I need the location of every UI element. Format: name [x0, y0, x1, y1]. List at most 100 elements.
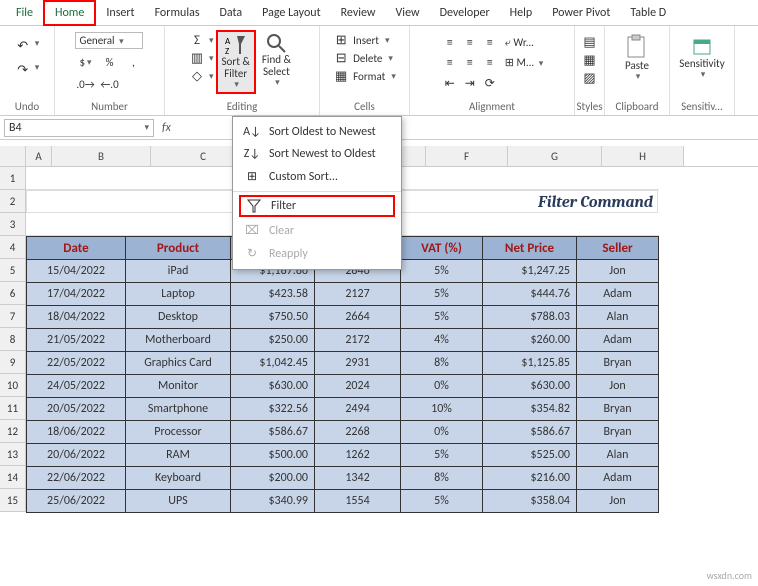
tab-developer[interactable]: Developer — [430, 2, 500, 24]
col-header-B[interactable]: B — [52, 146, 151, 166]
row-header-4[interactable]: 4 — [0, 236, 26, 259]
cell[interactable]: 18/06/2022 — [27, 421, 126, 444]
row-header-12[interactable]: 12 — [0, 420, 26, 443]
row-header-13[interactable]: 13 — [0, 443, 26, 466]
percent-button[interactable]: % — [99, 53, 121, 71]
tab-insert[interactable]: Insert — [96, 2, 144, 24]
cell[interactable]: Graphics Card — [126, 352, 231, 375]
cell[interactable]: Smartphone — [126, 398, 231, 421]
tab-table-d[interactable]: Table D — [620, 2, 676, 24]
indent-increase-button[interactable]: ⇥ — [461, 74, 479, 92]
cell[interactable]: 25/06/2022 — [27, 490, 126, 513]
cell[interactable]: $250.00 — [231, 329, 315, 352]
row-header-3[interactable]: 3 — [0, 213, 26, 236]
cell[interactable]: Alan — [577, 306, 659, 329]
cell[interactable]: 0% — [401, 421, 483, 444]
tab-power-pivot[interactable]: Power Pivot — [542, 2, 620, 24]
cell[interactable]: $630.00 — [231, 375, 315, 398]
tab-review[interactable]: Review — [331, 2, 386, 24]
cell[interactable]: 17/04/2022 — [27, 283, 126, 306]
cell[interactable]: 20/06/2022 — [27, 444, 126, 467]
cell[interactable]: $1,247.25 — [483, 260, 577, 283]
cell[interactable]: Bryan — [577, 352, 659, 375]
cell[interactable]: 8% — [401, 467, 483, 490]
cell[interactable]: Bryan — [577, 398, 659, 421]
col-header-F[interactable]: F — [426, 146, 508, 166]
cell[interactable]: 18/04/2022 — [27, 306, 126, 329]
cell[interactable]: $358.04 — [483, 490, 577, 513]
cell[interactable]: $750.50 — [231, 306, 315, 329]
cell[interactable]: 5% — [401, 260, 483, 283]
fill-icon[interactable]: ▥ — [189, 50, 205, 66]
cell[interactable]: $340.99 — [231, 490, 315, 513]
align-top-button[interactable]: ≡ — [441, 34, 459, 52]
cell[interactable]: 21/05/2022 — [27, 329, 126, 352]
col-header-G[interactable]: G — [508, 146, 602, 166]
cell[interactable]: $216.00 — [483, 467, 577, 490]
name-box[interactable]: B4▾ — [4, 119, 154, 137]
cell[interactable]: Adam — [577, 329, 659, 352]
row-header-5[interactable]: 5 — [0, 259, 26, 282]
cell[interactable]: 15/04/2022 — [27, 260, 126, 283]
comma-button[interactable]: , — [123, 53, 145, 71]
header-vat-[interactable]: VAT (%) — [401, 237, 483, 260]
orientation-button[interactable]: ⟳ — [481, 74, 499, 92]
cell[interactable]: 24/05/2022 — [27, 375, 126, 398]
align-left-button[interactable]: ≡ — [441, 54, 459, 72]
cell[interactable]: Jon — [577, 490, 659, 513]
col-header-A[interactable]: A — [26, 146, 52, 166]
undo-icon[interactable]: ↶ — [15, 38, 31, 54]
cell[interactable]: 1554 — [315, 490, 401, 513]
header-seller[interactable]: Seller — [577, 237, 659, 260]
insert-button[interactable]: ⊞Insert▾ — [333, 32, 396, 48]
cell[interactable]: Alan — [577, 444, 659, 467]
align-bottom-button[interactable]: ≡ — [481, 34, 499, 52]
menu-sort-newest[interactable]: Z↓Sort Newest to Oldest — [233, 143, 401, 165]
header-date[interactable]: Date — [27, 237, 126, 260]
cell[interactable]: 2127 — [315, 283, 401, 306]
cell[interactable]: 1342 — [315, 467, 401, 490]
cell[interactable]: 2024 — [315, 375, 401, 398]
tab-data[interactable]: Data — [210, 2, 253, 24]
clear-icon[interactable]: ◇ — [189, 68, 205, 84]
align-middle-button[interactable]: ≡ — [461, 34, 479, 52]
header-net-price[interactable]: Net Price — [483, 237, 577, 260]
cell[interactable]: 5% — [401, 306, 483, 329]
cell[interactable]: $200.00 — [231, 467, 315, 490]
cell[interactable]: Jon — [577, 375, 659, 398]
cell[interactable]: $500.00 — [231, 444, 315, 467]
indent-decrease-button[interactable]: ⇤ — [441, 74, 459, 92]
menu-filter[interactable]: Filter — [239, 195, 395, 217]
cell[interactable]: Jon — [577, 260, 659, 283]
cell[interactable]: 2494 — [315, 398, 401, 421]
wrap-text-button[interactable]: ⤶ Wr... — [505, 36, 543, 50]
paste-button[interactable]: Paste▾ — [621, 32, 653, 84]
cell[interactable]: 2172 — [315, 329, 401, 352]
tab-home[interactable]: Home — [43, 0, 96, 26]
header-product[interactable]: Product — [126, 237, 231, 260]
cell[interactable]: $260.00 — [483, 329, 577, 352]
cell[interactable]: 20/05/2022 — [27, 398, 126, 421]
cell[interactable]: $444.76 — [483, 283, 577, 306]
cell[interactable]: $354.82 — [483, 398, 577, 421]
row-header-14[interactable]: 14 — [0, 466, 26, 489]
row-header-7[interactable]: 7 — [0, 305, 26, 328]
cell[interactable]: 1262 — [315, 444, 401, 467]
cell[interactable]: Adam — [577, 467, 659, 490]
row-header-8[interactable]: 8 — [0, 328, 26, 351]
cell[interactable]: $788.03 — [483, 306, 577, 329]
tab-page-layout[interactable]: Page Layout — [252, 2, 330, 24]
cell[interactable]: 5% — [401, 283, 483, 306]
cell[interactable]: 4% — [401, 329, 483, 352]
select-all-corner[interactable] — [0, 146, 26, 166]
sort-filter-button[interactable]: AZ Sort & Filter▾ — [216, 30, 256, 94]
decrease-decimal-button[interactable]: ←.0 — [99, 75, 121, 93]
cell[interactable]: 2664 — [315, 306, 401, 329]
menu-custom-sort[interactable]: ⊞Custom Sort... — [233, 165, 401, 188]
cell[interactable]: 0% — [401, 375, 483, 398]
cell[interactable]: $1,042.45 — [231, 352, 315, 375]
align-right-button[interactable]: ≡ — [481, 54, 499, 72]
cell[interactable]: $322.56 — [231, 398, 315, 421]
cell-style-icon[interactable]: ▨ — [582, 70, 598, 86]
conditional-formatting-icon[interactable]: ▤ — [582, 34, 598, 50]
